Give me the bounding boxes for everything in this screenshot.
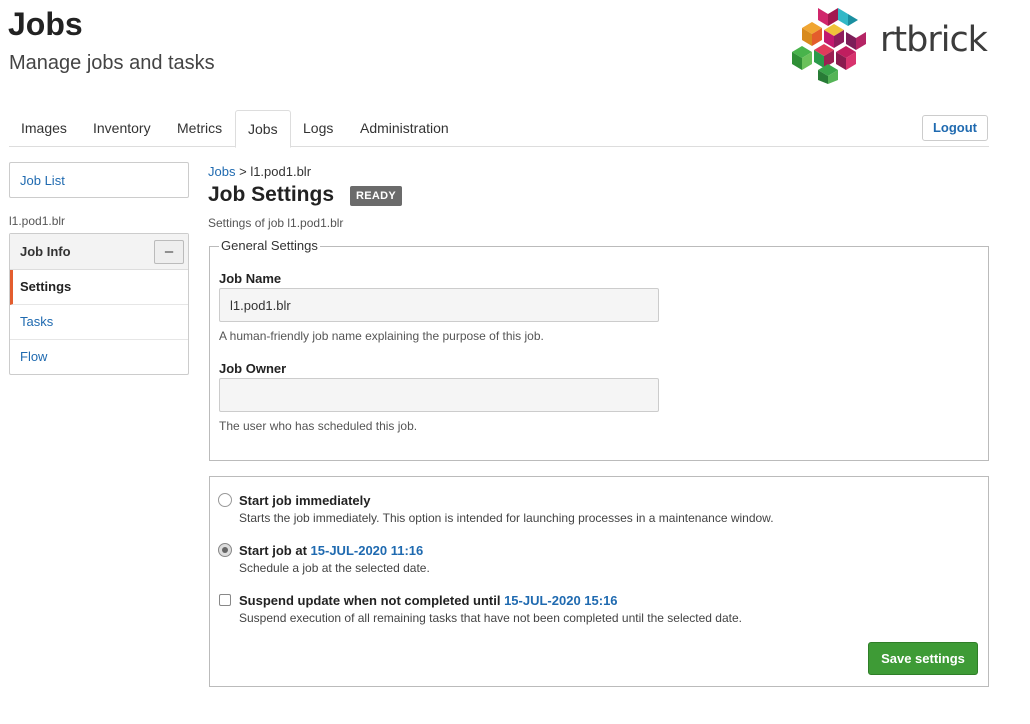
start-at-radio[interactable]: [218, 543, 232, 557]
job-info-header: Job Info –: [10, 234, 188, 270]
sidebar-job-caption: l1.pod1.blr: [9, 214, 66, 228]
start-immediately-help: Starts the job immediately. This option …: [239, 511, 774, 525]
general-settings-legend: General Settings: [219, 238, 320, 253]
suspend-label: Suspend update when not completed until …: [239, 593, 618, 608]
settings-description: Settings of job l1.pod1.blr: [208, 216, 344, 230]
suspend-date-link[interactable]: 15-JUL-2020 15:16: [504, 593, 617, 608]
job-list-link[interactable]: Job List: [9, 162, 189, 198]
job-owner-label: Job Owner: [219, 361, 287, 376]
status-badge: READY: [350, 186, 403, 206]
tab-metrics[interactable]: Metrics: [165, 110, 234, 147]
job-name-help: A human-friendly job name explaining the…: [219, 329, 544, 343]
start-at-text: Start job at: [239, 543, 307, 558]
tab-jobs[interactable]: Jobs: [235, 110, 291, 148]
breadcrumb-current: l1.pod1.blr: [250, 164, 312, 179]
start-at-help: Schedule a job at the selected date.: [239, 561, 430, 575]
page-title: Jobs: [8, 6, 83, 42]
start-immediately-radio[interactable]: [218, 493, 232, 507]
job-owner-help: The user who has scheduled this job.: [219, 419, 418, 433]
breadcrumb-separator: >: [239, 164, 247, 179]
page-subtitle: Manage jobs and tasks: [9, 52, 215, 74]
job-name-label: Job Name: [219, 271, 282, 286]
start-at-date-link[interactable]: 15-JUL-2020 11:16: [311, 543, 424, 558]
job-owner-input[interactable]: [219, 378, 659, 412]
collapse-button[interactable]: –: [154, 240, 184, 264]
logout-button[interactable]: Logout: [922, 115, 988, 141]
suspend-text: Suspend update when not completed until: [239, 593, 501, 608]
job-name-input[interactable]: [219, 288, 659, 322]
breadcrumb: Jobs > l1.pod1.blr: [208, 164, 311, 179]
tab-logs[interactable]: Logs: [291, 110, 345, 147]
main-tabs: Images Inventory Metrics Jobs Logs Admin…: [9, 110, 989, 148]
sidebar-item-tasks[interactable]: Tasks: [10, 305, 188, 340]
logo-wordmark: rtbrick: [880, 20, 988, 60]
tab-images[interactable]: Images: [9, 110, 79, 147]
suspend-checkbox[interactable]: [219, 594, 231, 606]
start-immediately-label: Start job immediately: [239, 493, 371, 508]
sidebar-item-flow[interactable]: Flow: [10, 340, 188, 375]
sidebar-item-settings[interactable]: Settings: [10, 270, 188, 305]
job-info-title: Job Info: [20, 244, 71, 259]
breadcrumb-jobs-link[interactable]: Jobs: [208, 164, 235, 179]
start-at-label: Start job at 15-JUL-2020 11:16: [239, 543, 423, 558]
job-info-panel: Job Info – Settings Tasks Flow: [9, 233, 189, 375]
suspend-help: Suspend execution of all remaining tasks…: [239, 611, 742, 625]
tab-inventory[interactable]: Inventory: [81, 110, 163, 147]
tab-administration[interactable]: Administration: [348, 110, 461, 147]
save-settings-button[interactable]: Save settings: [868, 642, 978, 675]
settings-title: Job Settings: [208, 183, 335, 206]
